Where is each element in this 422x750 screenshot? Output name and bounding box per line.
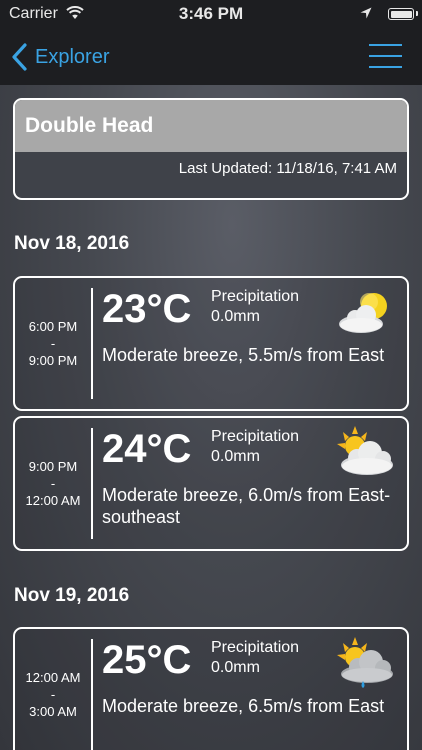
back-button[interactable]: Explorer bbox=[10, 40, 109, 74]
wind-description: Moderate breeze, 6.5m/s from East bbox=[102, 696, 385, 716]
wind-description: Moderate breeze, 6.0m/s from East-southe… bbox=[102, 485, 391, 527]
light-rain-sun-icon bbox=[337, 637, 393, 688]
time-start: 12:00 AM bbox=[25, 670, 81, 685]
partly-cloudy-day-icon bbox=[337, 426, 393, 475]
time-separator: - bbox=[50, 336, 56, 351]
time-range: 9:00 PM - 12:00 AM bbox=[15, 418, 91, 549]
status-bar: Carrier 3:46 PM bbox=[0, 0, 422, 30]
menu-line bbox=[369, 55, 402, 57]
menu-line bbox=[369, 44, 402, 46]
divider bbox=[91, 288, 93, 399]
time-range: 12:00 AM - 3:00 AM bbox=[15, 629, 91, 750]
location-name: Double Head bbox=[15, 100, 407, 152]
temperature: 23°C bbox=[102, 287, 192, 331]
precipitation-value: 0.0mm bbox=[211, 659, 260, 676]
weather-screen: Carrier 3:46 PM Explorer Double Head Las… bbox=[0, 0, 422, 750]
time-start: 9:00 PM bbox=[28, 459, 78, 474]
time-end: 12:00 AM bbox=[25, 493, 81, 508]
forecast-card[interactable]: 6:00 PM - 9:00 PM 23°C Precipitation 0.0… bbox=[13, 276, 409, 411]
last-updated-label: Last Updated: 11/18/16, 7:41 AM bbox=[178, 160, 397, 177]
back-button-label: Explorer bbox=[35, 45, 110, 68]
date-heading: Nov 18, 2016 bbox=[14, 233, 130, 254]
precipitation-value: 0.0mm bbox=[211, 448, 260, 465]
forecast-card[interactable]: 9:00 PM - 12:00 AM 24°C Precipitation 0.… bbox=[13, 416, 409, 551]
divider bbox=[91, 428, 93, 539]
precipitation-label: Precipitation bbox=[211, 428, 300, 445]
battery-icon bbox=[388, 8, 418, 20]
time-range: 6:00 PM - 9:00 PM bbox=[15, 278, 91, 409]
time-end: 9:00 PM bbox=[28, 353, 78, 368]
time-separator: - bbox=[50, 687, 56, 702]
clock-label: 3:46 PM bbox=[178, 4, 244, 23]
location-arrow-icon bbox=[360, 7, 372, 19]
precipitation-label: Precipitation bbox=[211, 639, 300, 656]
time-start: 6:00 PM bbox=[28, 319, 78, 334]
precipitation-value: 0.0mm bbox=[211, 308, 260, 325]
time-separator: - bbox=[50, 476, 56, 491]
chevron-left-icon bbox=[12, 43, 27, 71]
location-card: Double Head Last Updated: 11/18/16, 7:41… bbox=[13, 98, 409, 200]
divider bbox=[91, 639, 93, 750]
forecast-card[interactable]: 12:00 AM - 3:00 AM 25°C Precipitation 0.… bbox=[13, 627, 409, 750]
precipitation-label: Precipitation bbox=[211, 288, 300, 305]
time-end: 3:00 AM bbox=[29, 704, 77, 719]
temperature: 24°C bbox=[102, 427, 192, 471]
menu-line bbox=[369, 66, 402, 68]
partly-cloudy-night-icon bbox=[339, 293, 387, 333]
temperature: 25°C bbox=[102, 638, 192, 682]
wind-description: Moderate breeze, 5.5m/s from East bbox=[102, 345, 385, 365]
nav-bar: Explorer bbox=[0, 30, 422, 85]
date-heading: Nov 19, 2016 bbox=[14, 585, 130, 606]
battery-fill bbox=[390, 10, 412, 18]
hamburger-menu-button[interactable] bbox=[369, 43, 402, 71]
